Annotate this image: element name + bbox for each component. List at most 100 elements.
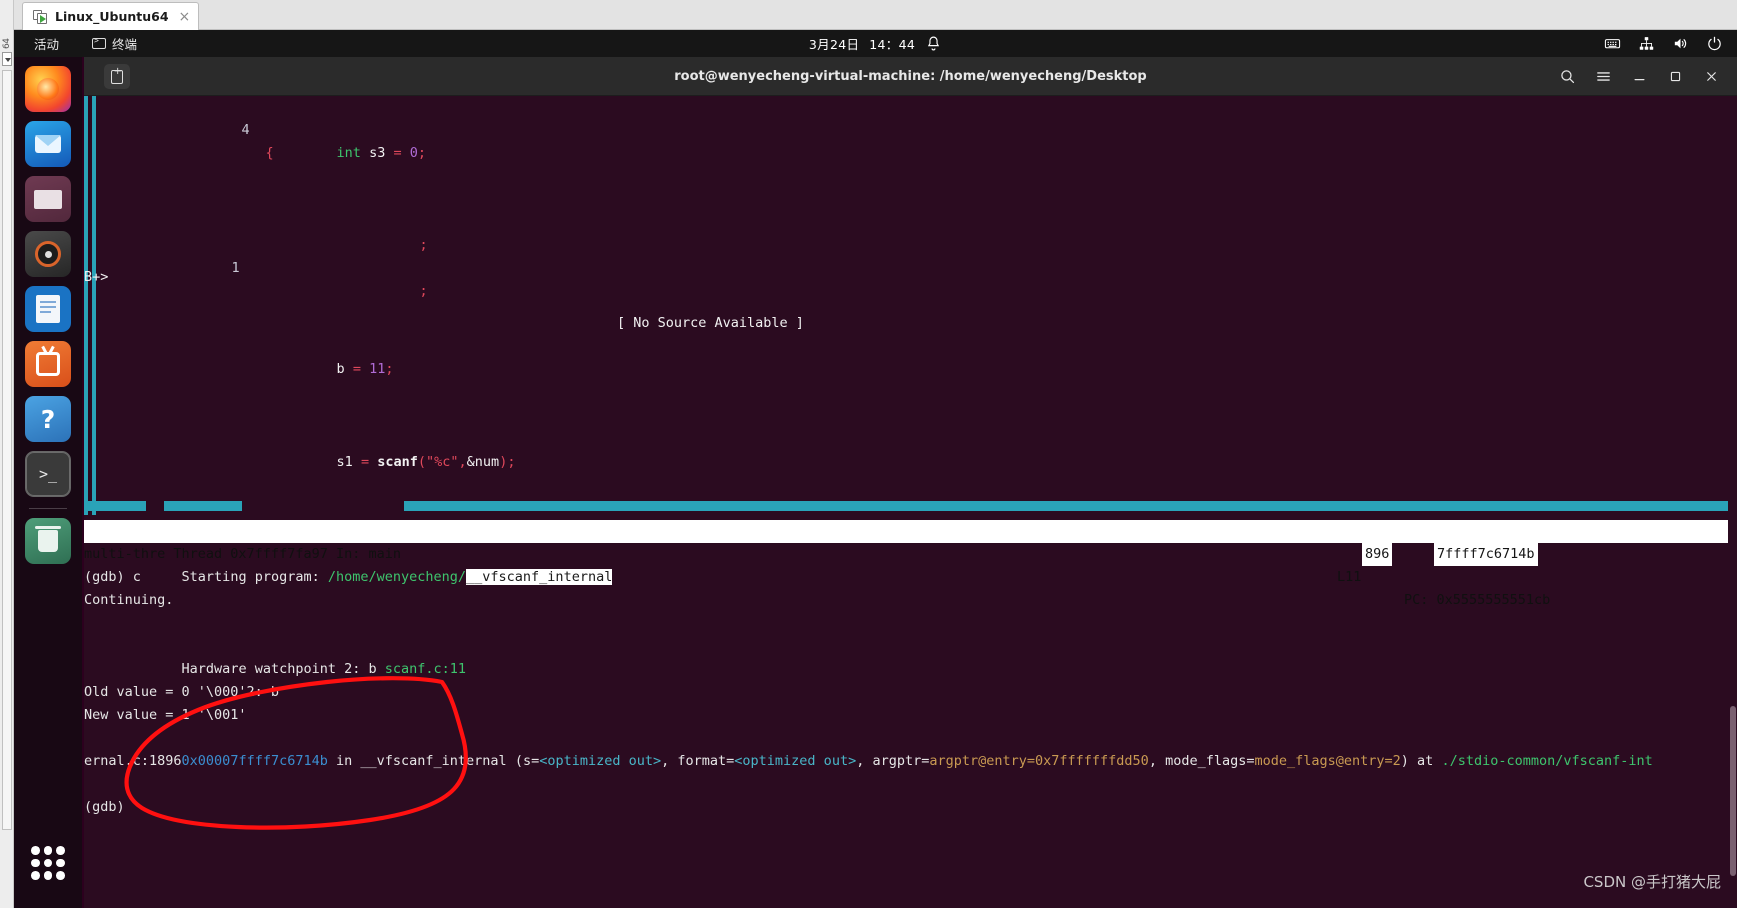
paren-open: ( — [417, 454, 427, 470]
clock-date: 3月24日 — [808, 37, 860, 52]
volume-icon[interactable] — [1672, 35, 1689, 52]
kw-int: int — [336, 145, 361, 161]
vmware-sidebar-edge: 64 — [0, 0, 14, 908]
semi-token: ; — [417, 145, 427, 161]
minimize-icon[interactable] — [1623, 62, 1655, 92]
var-s3: s3 — [369, 145, 386, 161]
vmware-window: 64 Linux_Ubuntu64 × 活动 终端 3月24日 14：44 — [0, 0, 1737, 908]
breakpoint-marker: B+> — [84, 269, 109, 285]
eq-token: = — [352, 361, 361, 377]
frame-function: __vfscanf_internal — [360, 753, 507, 769]
tui-border-segment — [84, 501, 146, 511]
csdn-watermark: CSDN @手打猪大屁 — [1583, 873, 1721, 891]
dock-item-thunderbird[interactable] — [25, 121, 71, 167]
vmware-tab-linux-ubuntu64[interactable]: Linux_Ubuntu64 × — [22, 2, 200, 30]
terminal-body[interactable]: 4 { int s3 = 0; ; 1 ; B+> [ No Source Av… — [84, 96, 1737, 908]
status-pc: PC: 0x5555555551cb — [1404, 592, 1551, 608]
system-tray[interactable] — [1604, 30, 1723, 57]
source-line-1: 1 ; — [144, 234, 428, 326]
no-source-available-label: [ No Source Available ] — [617, 315, 804, 331]
dock-item-help[interactable]: ? — [25, 396, 71, 442]
eq-token: = — [393, 145, 402, 161]
vmware-edge-label: 64 — [2, 38, 12, 49]
arg-num: &num — [466, 454, 500, 470]
format-string: "%c" — [426, 454, 459, 470]
dock-item-terminal[interactable]: >_ — [25, 451, 71, 497]
gnome-top-bar: 活动 终端 3月24日 14：44 — [14, 30, 1737, 57]
starting-prefix: Starting program: — [181, 569, 328, 585]
terminal-scrollbar[interactable] — [1728, 96, 1737, 908]
terminal-titlebar[interactable]: root@wenyecheng-virtual-machine: /home/w… — [84, 57, 1737, 96]
bell-icon — [927, 36, 940, 51]
frame-at: ) at — [1400, 753, 1442, 769]
status-line-number: L11 — [1337, 569, 1362, 585]
vmware-library-strip[interactable] — [2, 70, 12, 830]
num-11: 11 — [369, 361, 386, 377]
gdb-line-continuing: Continuing. — [84, 592, 174, 608]
dock-item-firefox[interactable] — [25, 66, 71, 112]
clock-time: 14：44 — [869, 37, 916, 52]
frame-address: 0x00007ffff7c6714b — [181, 753, 328, 769]
zero-token: 0 — [409, 145, 418, 161]
show-applications-button[interactable] — [31, 846, 65, 880]
tui-border-left-outer — [84, 96, 88, 515]
dock-separator — [29, 508, 67, 509]
source-line-scanf: s1 = scanf("%c",&num); — [239, 428, 516, 497]
frame-args-b: , format= — [661, 753, 735, 769]
dock-item-trash[interactable] — [25, 518, 71, 564]
semi-token: ; — [507, 454, 516, 470]
var-s1: s1 — [336, 454, 353, 470]
tui-badge-pc-fragment: 7ffff7c6714b — [1434, 543, 1538, 566]
frame-args-a: (s= — [506, 753, 540, 769]
menu-icon[interactable] — [1587, 62, 1619, 92]
eq-token: = — [360, 454, 370, 470]
tui-badge-line-fragment: 896 — [1362, 543, 1393, 566]
watchpoint-prefix: Hardware watchpoint 2: b — [181, 661, 385, 677]
scrollbar-thumb[interactable] — [1730, 706, 1736, 876]
virtual-machine-icon — [33, 9, 48, 24]
semi-token: ; — [385, 361, 394, 377]
gdb-line-frame: 0x00007ffff7c6714b in __vfscanf_internal… — [84, 727, 1653, 796]
dock-item-files[interactable] — [25, 176, 71, 222]
dock-item-ubuntu-software[interactable] — [25, 341, 71, 387]
frame-in: in — [327, 753, 361, 769]
frame-optimized-2: <optimized out> — [734, 753, 857, 769]
vmware-tab-label: Linux_Ubuntu64 — [55, 9, 169, 24]
gdb-line-frame-cont: ernal.c:1896 — [84, 753, 182, 769]
network-icon[interactable] — [1638, 35, 1655, 52]
semi-token: ; — [419, 283, 428, 299]
gdb-line-continue-cmd: (gdb) c — [84, 569, 141, 585]
ubuntu-desktop: 活动 终端 3月24日 14：44 — [14, 30, 1737, 908]
vmware-library-toggle[interactable] — [2, 52, 12, 66]
var-b: b — [336, 361, 345, 377]
clock-menu[interactable]: 3月24日 14：44 — [14, 30, 1737, 57]
vmware-tabstrip: Linux_Ubuntu64 × — [14, 0, 1737, 30]
gdb-tui-source-pane: 4 { int s3 = 0; ; 1 ; B+> [ No Source Av… — [84, 96, 1737, 515]
dock-item-rhythmbox[interactable] — [25, 231, 71, 277]
frame-args-d: , mode_flags= — [1148, 753, 1255, 769]
program-path: /home/wenyecheng/ — [327, 569, 467, 585]
power-icon[interactable] — [1706, 35, 1723, 52]
gdb-line-old-value: Old value = 0 '\000'2: b — [84, 684, 280, 700]
gdb-line-new-value: New value = 1 '\001' — [84, 707, 247, 723]
titlebar-buttons — [1551, 57, 1727, 96]
gdb-tui-status-line: multi-thre Thread 0x7ffff7fa97 In: main … — [84, 520, 1737, 608]
frame-file: ./stdio-common/vfscanf-int — [1441, 753, 1653, 769]
line-number: 1 — [231, 260, 240, 276]
maximize-icon[interactable] — [1659, 62, 1691, 92]
frame-args-c: , argptr= — [856, 753, 930, 769]
fn-scanf: scanf — [377, 454, 418, 470]
tui-border-segment — [164, 501, 242, 511]
source-line-b-assign: b = 11; — [239, 335, 394, 404]
comma-token: , — [458, 454, 467, 470]
search-icon[interactable] — [1551, 62, 1583, 92]
close-icon[interactable] — [1695, 62, 1727, 92]
close-icon[interactable]: × — [179, 10, 191, 24]
tui-border-segment — [404, 501, 1737, 511]
keyboard-icon[interactable] — [1604, 35, 1621, 52]
watchpoint-file: scanf.c:11 — [384, 661, 467, 677]
terminal-window: root@wenyecheng-virtual-machine: /home/w… — [84, 57, 1737, 908]
source-line-int-s3: int s3 = 0; — [239, 119, 427, 188]
frame-modeflags: mode_flags@entry=2 — [1254, 753, 1401, 769]
dock-item-libreoffice-writer[interactable] — [25, 286, 71, 332]
